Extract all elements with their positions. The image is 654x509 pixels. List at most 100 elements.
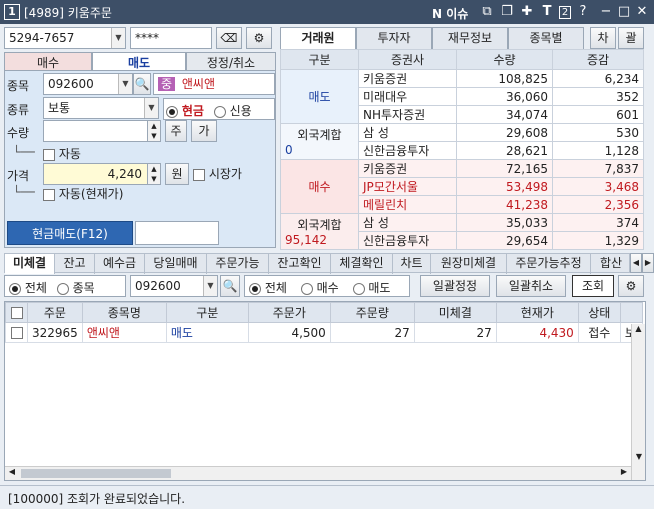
font-icon[interactable]: T: [538, 3, 556, 21]
tab-by-stock[interactable]: 종목별: [508, 27, 584, 49]
stock-badge: 중: [158, 77, 176, 91]
memo-field[interactable]: [135, 221, 219, 245]
qty-avail-button[interactable]: 가: [191, 120, 217, 142]
table-row[interactable]: 322965 앤씨앤 매도 4,500 27 27 4,430 접수 보: [5, 322, 644, 343]
tab-chart[interactable]: 차트: [393, 254, 431, 274]
tab-scroll-left-icon[interactable]: ◀: [630, 253, 642, 273]
tab-total[interactable]: 합산: [591, 254, 631, 274]
order-qty: 27: [329, 322, 415, 343]
broker-name: 신한금융투자: [358, 141, 457, 160]
buy-foreign-sum: 외국계합 95,142: [280, 213, 359, 250]
col-header: 증권사: [358, 49, 457, 70]
tab-fill-check[interactable]: 체결확인: [331, 254, 393, 274]
filter-search-icon[interactable]: 🔍: [220, 275, 240, 297]
scroll-up-icon[interactable]: ▲: [632, 324, 645, 338]
tab-ledger-unfilled[interactable]: 원장미체결: [431, 254, 507, 274]
radio-credit[interactable]: [213, 105, 226, 118]
tab-balance-check[interactable]: 잔고확인: [269, 254, 331, 274]
broker-name: 메릴린치: [358, 195, 457, 214]
radio-side-all[interactable]: [249, 282, 261, 295]
scroll-right-icon[interactable]: ▶: [617, 467, 631, 480]
price-won-button[interactable]: 원: [165, 163, 189, 185]
window-title: [4989] 키움주문: [24, 6, 112, 20]
row-checkbox[interactable]: [5, 322, 28, 343]
maximize-icon[interactable]: □: [615, 3, 633, 21]
broker-qty: 28,621: [456, 141, 553, 160]
bottom-tab-bar: 미체결 잔고 예수금 당일매매 주문가능 잔고확인 체결확인 차트 원장미체결 …: [4, 253, 631, 274]
tab-orderable[interactable]: 주문가능: [207, 254, 269, 274]
filter-code-input[interactable]: 092600 ▼: [130, 275, 218, 297]
account-select[interactable]: 5294-7657 ▼: [4, 27, 126, 49]
select-all-checkbox[interactable]: [5, 302, 28, 323]
search-icon[interactable]: 🔍: [133, 73, 151, 95]
tab-scroll-right-icon[interactable]: ▶: [642, 253, 654, 273]
qty-label: 수량: [7, 126, 30, 140]
horizontal-scrollbar[interactable]: ◀ ▶: [5, 466, 631, 480]
restore-icon[interactable]: ⧉: [478, 3, 496, 21]
cash-sell-submit-button[interactable]: 현금매도(F12): [7, 221, 133, 245]
price-stepper[interactable]: ▲ ▼: [147, 163, 161, 185]
broker-diff: 1,329: [552, 231, 644, 250]
help-num-icon[interactable]: 2: [556, 3, 574, 21]
radio-side-buy[interactable]: [300, 282, 313, 295]
qty-stock-button[interactable]: 주: [165, 120, 187, 142]
stock-code-input[interactable]: 092600 ▼: [43, 73, 133, 95]
order-current-price: 4,430: [495, 322, 579, 343]
tab-broker[interactable]: 거래원: [280, 27, 356, 49]
diff-button[interactable]: 차: [590, 27, 616, 49]
market-price-checkbox[interactable]: 시장가: [193, 165, 242, 182]
broker-diff: 374: [552, 213, 644, 232]
bracket-button[interactable]: 괄: [618, 27, 644, 49]
scroll-down-icon[interactable]: ▼: [632, 452, 645, 466]
scroll-thumb[interactable]: [21, 469, 171, 478]
broker-diff: 601: [552, 105, 644, 124]
title-bar: 1 [4989] 키움주문 N 이슈 ⧉ ❐ ✚ T 2 ? − □ ✕: [0, 0, 654, 24]
col-header: 종목명: [81, 302, 167, 323]
tab-balance[interactable]: 잔고: [55, 254, 95, 274]
auto-qty-checkbox[interactable]: 자동: [43, 145, 81, 162]
tab-deposit[interactable]: 예수금: [95, 254, 145, 274]
tab-unfilled[interactable]: 미체결: [5, 254, 55, 274]
copy-icon[interactable]: ❐: [498, 3, 516, 21]
gear-icon[interactable]: ⚙: [246, 27, 272, 49]
pin-icon[interactable]: ✚: [518, 3, 536, 21]
qty-stepper[interactable]: ▲ ▼: [147, 120, 161, 142]
price-input[interactable]: 4,240: [43, 163, 161, 185]
broker-qty: 34,074: [456, 105, 553, 124]
type-label: 종류: [7, 103, 30, 117]
broker-name: 키움증권: [358, 159, 457, 178]
broker-diff: 3,468: [552, 177, 644, 196]
eraser-icon[interactable]: ⌫: [216, 27, 242, 49]
query-button[interactable]: 조회: [572, 275, 614, 297]
auto-current-price-checkbox[interactable]: 자동(현재가): [43, 185, 123, 202]
broker-diff: 1,128: [552, 141, 644, 160]
radio-all[interactable]: [9, 282, 21, 295]
filter-gear-icon[interactable]: ⚙: [618, 275, 644, 297]
price-label: 가격: [7, 169, 30, 183]
col-header: 수량: [456, 49, 553, 70]
minimize-icon[interactable]: −: [597, 3, 615, 21]
radio-stock[interactable]: [56, 282, 69, 295]
tab-today-trades[interactable]: 당일매매: [145, 254, 207, 274]
close-icon[interactable]: ✕: [633, 3, 651, 21]
broker-name: 삼 성: [358, 123, 457, 142]
tab-orderable-estimate[interactable]: 주문가능추정: [507, 254, 591, 274]
bulk-cancel-button[interactable]: 일괄취소: [496, 275, 566, 297]
radio-side-sell[interactable]: [352, 282, 365, 295]
bulk-edit-button[interactable]: 일괄정정: [420, 275, 490, 297]
qty-input[interactable]: [43, 120, 161, 142]
order-type-select[interactable]: 보통 ▼: [43, 97, 159, 119]
scroll-left-icon[interactable]: ◀: [5, 467, 19, 480]
broker-name: 삼 성: [358, 213, 457, 232]
broker-qty: 29,654: [456, 231, 553, 250]
radio-cash[interactable]: [166, 105, 178, 118]
tab-financial[interactable]: 재무정보: [432, 27, 508, 49]
vertical-scrollbar[interactable]: ▲ ▼: [631, 324, 645, 480]
issue-link[interactable]: N 이슈: [432, 5, 468, 22]
broker-diff: 352: [552, 87, 644, 106]
password-field[interactable]: ****: [130, 27, 212, 49]
col-header: 미체결: [413, 302, 497, 323]
col-header: 주문량: [329, 302, 415, 323]
help-icon[interactable]: ?: [574, 3, 592, 21]
tab-investor[interactable]: 투자자: [356, 27, 432, 49]
